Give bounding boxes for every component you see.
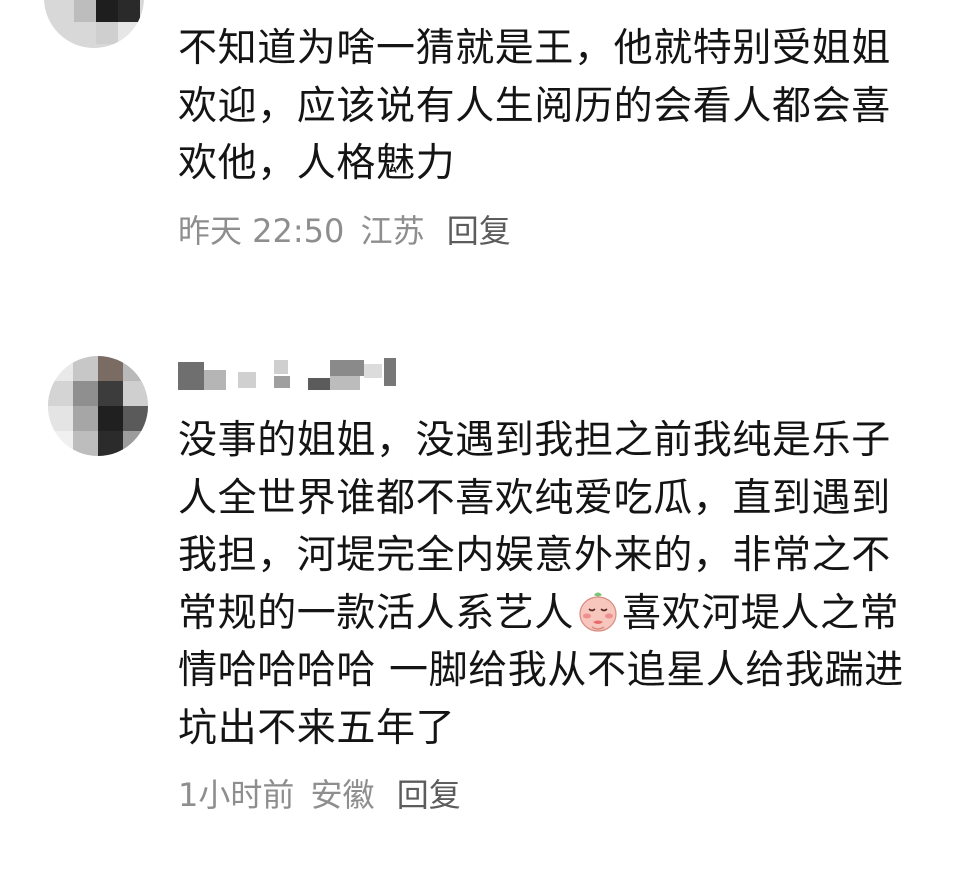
avatar[interactable]	[44, 0, 144, 48]
username-blurred[interactable]	[178, 356, 418, 392]
reply-button[interactable]: 回复	[397, 775, 461, 815]
comment-text: 没事的姐姐，没遇到我担之前我纯是乐子人全世界谁都不喜欢纯爱吃瓜，直到遇到我担，河…	[178, 412, 918, 757]
comment-time: 昨天 22:50	[178, 212, 345, 250]
shy-face-emoji-icon	[579, 592, 617, 632]
reply-button[interactable]: 回复	[447, 211, 511, 251]
comment-location: 安徽	[310, 776, 375, 814]
comment-meta: 1小时前 安徽 回复	[178, 775, 461, 815]
comment-time: 1小时前	[178, 776, 295, 814]
avatar[interactable]	[48, 356, 148, 456]
comment-text: 不知道为啥一猜就是王，他就特别受姐姐欢迎，应该说有人生阅历的会看人都会喜欢他，人…	[178, 26, 891, 186]
comment-location: 江苏	[360, 212, 425, 250]
comment-meta: 昨天 22:50 江苏 回复	[178, 211, 511, 251]
